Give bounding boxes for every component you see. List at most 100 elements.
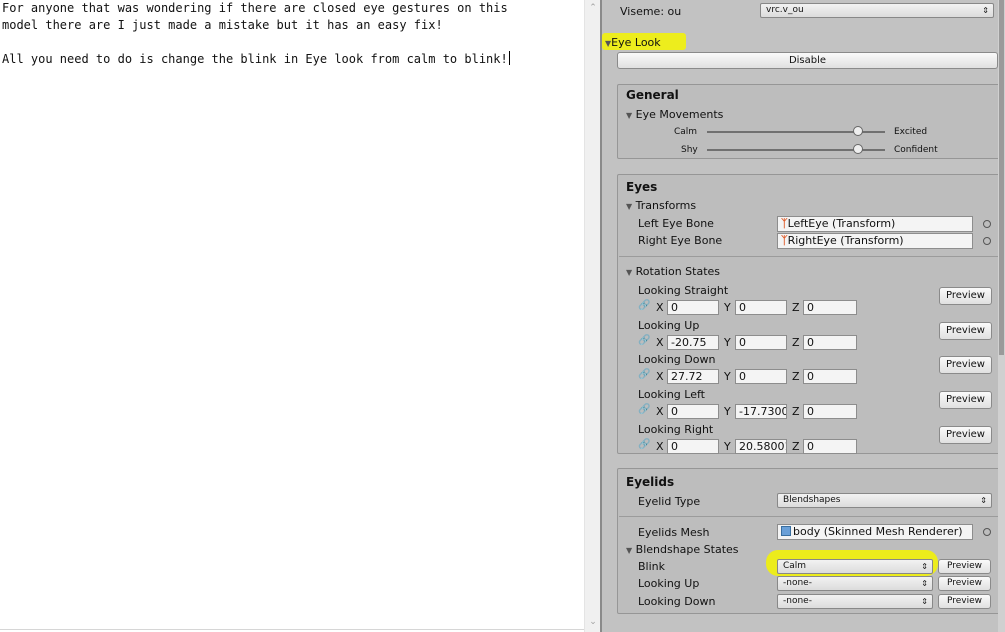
link-icon[interactable]: 🔗	[638, 439, 650, 450]
foldout-triangle-icon: ▼	[626, 202, 633, 211]
y-field[interactable]: -17.7300	[735, 404, 787, 419]
eye-look-foldout[interactable]: ▼Eye Look	[605, 36, 661, 49]
y-field[interactable]: 20.58001	[735, 439, 787, 454]
y-axis-label: Y	[724, 405, 731, 418]
editor-line-4-text: All you need to do is change the blink i…	[2, 52, 508, 66]
link-icon[interactable]: 🔗	[638, 300, 650, 311]
preview-button[interactable]: Preview	[939, 391, 992, 409]
object-picker-icon[interactable]	[983, 237, 991, 245]
eyelids-title: Eyelids	[626, 475, 675, 489]
y-field[interactable]: 0	[735, 335, 787, 350]
rotation-state-name: Looking Up	[638, 319, 700, 332]
link-icon[interactable]: 🔗	[638, 335, 650, 346]
foldout-triangle-icon: ▼	[626, 268, 633, 277]
transform-icon: ᛉ	[781, 217, 788, 230]
y-axis-label: Y	[724, 336, 731, 349]
editor-line-1: For anyone that was wondering if there a…	[2, 1, 508, 15]
left-eye-bone-value: LeftEye (Transform)	[787, 217, 896, 230]
eyelid-looking-down-label: Looking Down	[638, 595, 716, 608]
dropdown-arrow-icon: ⇕	[921, 562, 928, 571]
x-field[interactable]: 0	[667, 439, 719, 454]
viseme-dropdown[interactable]: vrc.v_ou ⇕	[760, 3, 994, 18]
transform-icon: ᛉ	[781, 234, 788, 247]
x-field[interactable]: 27.72	[667, 369, 719, 384]
rotation-states-foldout[interactable]: ▼ Rotation States	[626, 265, 720, 278]
preview-button[interactable]: Preview	[939, 356, 992, 374]
blink-label: Blink	[638, 560, 666, 573]
preview-button[interactable]: Preview	[939, 287, 992, 305]
scroll-down-arrow-icon[interactable]: ⌄	[585, 614, 601, 630]
eyelid-looking-up-label: Looking Up	[638, 577, 700, 590]
eyelid-looking-down-dropdown[interactable]: -none- ⇕	[777, 594, 933, 609]
eyelid-looking-down-value: -none-	[783, 596, 812, 606]
eyelid-looking-up-preview-button[interactable]: Preview	[938, 576, 991, 591]
eye-movements-foldout[interactable]: ▼ Eye Movements	[626, 108, 723, 121]
eyelid-looking-up-dropdown[interactable]: -none- ⇕	[777, 576, 933, 591]
dropdown-arrow-icon: ⇕	[980, 496, 987, 505]
dropdown-arrow-icon: ⇕	[921, 579, 928, 588]
text-editor[interactable]: For anyone that was wondering if there a…	[0, 0, 584, 632]
rotation-state-name: Looking Right	[638, 423, 714, 436]
eyelids-mesh-label: Eyelids Mesh	[638, 526, 710, 539]
text-caret	[508, 51, 510, 65]
z-field[interactable]: 0	[803, 404, 857, 419]
object-picker-icon[interactable]	[983, 528, 991, 536]
z-axis-label: Z	[792, 405, 800, 418]
editor-scrollbar[interactable]: ⌃ ⌄	[584, 0, 600, 632]
scroll-up-arrow-icon[interactable]: ⌃	[585, 0, 601, 16]
x-field[interactable]: -20.75	[667, 335, 719, 350]
z-field[interactable]: 0	[803, 369, 857, 384]
y-field[interactable]: 0	[735, 300, 787, 315]
z-field[interactable]: 0	[803, 439, 857, 454]
disable-button[interactable]: Disable	[617, 52, 998, 69]
x-axis-label: X	[656, 405, 664, 418]
shy-label: Shy	[681, 145, 698, 155]
dropdown-arrow-icon: ⇕	[921, 597, 928, 606]
eyelids-mesh-field[interactable]: body (Skinned Mesh Renderer)	[777, 524, 973, 540]
transforms-foldout[interactable]: ▼ Transforms	[626, 199, 696, 212]
blink-preview-button[interactable]: Preview	[938, 559, 991, 574]
x-axis-label: X	[656, 440, 664, 453]
z-field[interactable]: 0	[803, 335, 857, 350]
editor-line-2: model there are I just made a mistake bu…	[2, 18, 443, 32]
blink-dropdown[interactable]: Calm ⇕	[777, 559, 933, 574]
dropdown-arrow-icon: ⇕	[982, 6, 989, 15]
blendshape-states-foldout[interactable]: ▼ Blendshape States	[626, 543, 739, 556]
editor-bottom-border	[0, 629, 584, 630]
eyelid-type-value: Blendshapes	[783, 495, 841, 505]
left-eye-bone-label: Left Eye Bone	[638, 217, 714, 230]
viseme-label: Viseme: ou	[620, 5, 682, 18]
y-field[interactable]: 0	[735, 369, 787, 384]
eyelid-type-dropdown[interactable]: Blendshapes ⇕	[777, 493, 992, 508]
preview-button[interactable]: Preview	[939, 426, 992, 444]
inspector-scrollbar-thumb[interactable]	[999, 0, 1004, 355]
z-axis-label: Z	[792, 301, 800, 314]
eye-movements-label: Eye Movements	[635, 108, 724, 121]
eyes-title: Eyes	[626, 180, 658, 194]
z-field[interactable]: 0	[803, 300, 857, 315]
excited-label: Excited	[894, 127, 928, 137]
object-picker-icon[interactable]	[983, 220, 991, 228]
link-icon[interactable]: 🔗	[638, 404, 650, 415]
foldout-triangle-icon: ▼	[626, 111, 633, 120]
z-axis-label: Z	[792, 336, 800, 349]
x-field[interactable]: 0	[667, 300, 719, 315]
y-axis-label: Y	[724, 440, 731, 453]
viseme-dropdown-value: vrc.v_ou	[766, 5, 804, 15]
eyelid-looking-down-preview-button[interactable]: Preview	[938, 594, 991, 609]
rotation-state-name: Looking Straight	[638, 284, 729, 297]
link-icon[interactable]: 🔗	[638, 369, 650, 380]
x-field[interactable]: 0	[667, 404, 719, 419]
y-axis-label: Y	[724, 301, 731, 314]
eyelid-type-label: Eyelid Type	[638, 495, 701, 508]
blendshape-states-label: Blendshape States	[635, 543, 739, 556]
preview-button[interactable]: Preview	[939, 322, 992, 340]
z-axis-label: Z	[792, 370, 800, 383]
rotation-state-name: Looking Left	[638, 388, 705, 401]
left-eye-bone-field[interactable]: ᛉLeftEye (Transform)	[777, 216, 973, 232]
inspector-scrollbar[interactable]	[998, 0, 1005, 632]
right-eye-bone-field[interactable]: ᛉRightEye (Transform)	[777, 233, 973, 249]
eyelids-section	[617, 468, 1002, 614]
rotation-state-name: Looking Down	[638, 353, 716, 366]
eyelids-mesh-value: body (Skinned Mesh Renderer)	[793, 525, 963, 538]
